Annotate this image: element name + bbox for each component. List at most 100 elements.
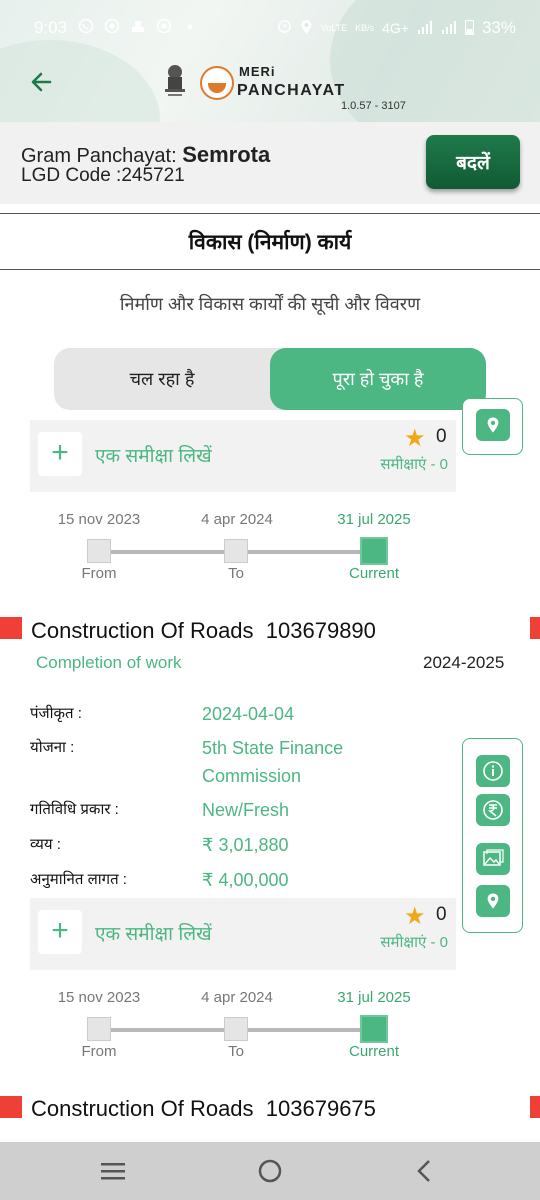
home-button[interactable] [253,1156,287,1186]
lgd-code: 245721 [121,165,185,186]
timeline-current-label: Current [348,565,400,582]
status-time: 9:03 [34,18,68,37]
detail-value-estimated-cost: ₹ 4,00,000 [202,870,289,890]
alarm-icon [277,19,292,37]
tab-completed[interactable]: पूरा हो चुका है [270,348,486,410]
work-title: Construction Of Roads 103679675 [31,1096,376,1122]
review-count[interactable]: समीक्षाएं - 0 [380,932,448,952]
back-button[interactable] [26,66,58,98]
rupee-icon [483,800,503,820]
detail-value-activity: New/Fresh [202,800,290,820]
panchayat-label: Gram Panchayat: [21,145,177,167]
detail-label-expense: व्यय : [30,836,61,853]
status-toggle: चल रहा है पूरा हो चुका है [54,348,486,410]
image-gallery-icon [483,849,504,866]
timeline-from-label: From [81,1043,117,1060]
timeline-current-date: 31 jul 2025 [337,511,411,528]
chrome-icon [104,18,120,37]
timeline-node-from [87,1017,111,1041]
star-icon: ★ [404,903,426,930]
timeline-node-to [224,1017,248,1041]
status-left-icons [78,18,198,37]
timeline-to-date: 4 apr 2024 [201,511,273,528]
review-rating: 0 [436,426,447,447]
status-bar: 9:03 VoLTE KB/s 4G+ 33% [0,0,540,56]
brand-line1: MERi [239,64,276,79]
timeline-from-date: 15 nov 2023 [57,511,141,528]
detail-value-expense: ₹ 3,01,880 [202,835,289,855]
action-panel [462,398,523,455]
location-pin-icon [487,417,499,433]
add-review-button[interactable]: + [38,432,82,476]
recent-apps-button[interactable] [97,1156,131,1186]
work-name: Construction Of Roads [31,618,254,643]
timeline-node-to [224,539,248,563]
status-right-icons: VoLTE KB/s 4G+ 33% [277,18,516,38]
card-marker-right [530,1096,540,1118]
review-count[interactable]: समीक्षाएं - 0 [380,454,448,474]
action-panel [462,738,523,933]
add-review-button[interactable]: + [38,910,82,954]
location-pin-icon [487,893,499,909]
work-year: 2024-2025 [423,653,505,672]
write-review-link[interactable]: एक समीक्षा लिखें [95,442,212,468]
work-timeline: 15 nov 2023 4 apr 2024 31 jul 2025 From … [0,989,540,1079]
system-back-button[interactable] [408,1156,442,1186]
volte-icon: VoLTE [320,22,348,33]
change-panchayat-button[interactable]: बदलें [426,135,520,189]
gallery-button[interactable] [476,843,510,875]
home-circle-icon [258,1159,282,1183]
lgd-label: LGD Code : [21,165,122,186]
page-subtitle: निर्माण और विकास कार्यों की सूची और विवर… [119,294,421,314]
detail-value-registered: 2024-04-04 [202,704,295,724]
page-title: विकास (निर्माण) कार्य [0,213,540,270]
national-emblem-icon [162,63,188,99]
card-marker-left [0,617,22,639]
lgd-code-row: LGD Code :245721 [21,165,185,187]
timeline-current-date: 31 jul 2025 [337,989,411,1006]
menu-lines-icon [101,1163,125,1180]
panchayat-name: Semrota [182,142,271,167]
work-id: 103679890 [265,618,376,643]
arrow-left-icon [31,72,52,92]
location-icon [300,19,313,38]
network-type: 4G+ [382,20,409,36]
detail-label-registered: पंजीकृत : [30,705,82,722]
info-icon [483,761,503,781]
meri-panchayat-logo-icon [200,66,234,100]
review-box: + एक समीक्षा लिखें ★ 0 समीक्षाएं - 0 [30,420,456,492]
timeline-node-from [87,539,111,563]
signal-icon [417,20,433,37]
expense-button[interactable] [476,794,510,826]
work-status: Completion of work [36,653,182,672]
location-button[interactable] [476,409,510,441]
card-marker-right [530,617,540,639]
timeline-from-date: 15 nov 2023 [57,989,141,1006]
chevron-left-icon [417,1160,430,1182]
work-name: Construction Of Roads [31,1096,254,1121]
star-icon: ★ [404,425,426,452]
card-marker-left [0,1096,22,1118]
app-version: 1.0.57 - 3107 [341,100,406,112]
detail-value-scheme: 5th State Finance Commission [202,738,344,786]
battery-percent: 33% [481,18,516,37]
write-review-link[interactable]: एक समीक्षा लिखें [95,920,212,946]
tab-ongoing[interactable]: चल रहा है [54,348,270,410]
detail-label-estimated-cost: अनुमानित लागत : [30,871,127,888]
timeline-from-label: From [81,565,117,582]
brand-line2: PANCHAYAT [237,82,346,99]
location-button[interactable] [476,885,510,917]
system-nav-bar [0,1142,540,1200]
notification-icon [130,18,146,37]
timeline-to-date: 4 apr 2024 [201,989,273,1006]
detail-label-scheme: योजना : [30,739,75,756]
timeline-to-label: To [228,1043,244,1060]
work-timeline: 15 nov 2023 4 apr 2024 31 jul 2025 From … [0,511,540,601]
dot-icon [182,18,198,37]
detail-label-activity: गतिविधि प्रकार : [30,801,119,818]
info-button[interactable] [476,755,510,787]
timeline-current-label: Current [348,1043,400,1060]
timeline-node-current [360,537,388,565]
timeline-to-label: To [228,565,244,582]
timeline-node-current [360,1015,388,1043]
